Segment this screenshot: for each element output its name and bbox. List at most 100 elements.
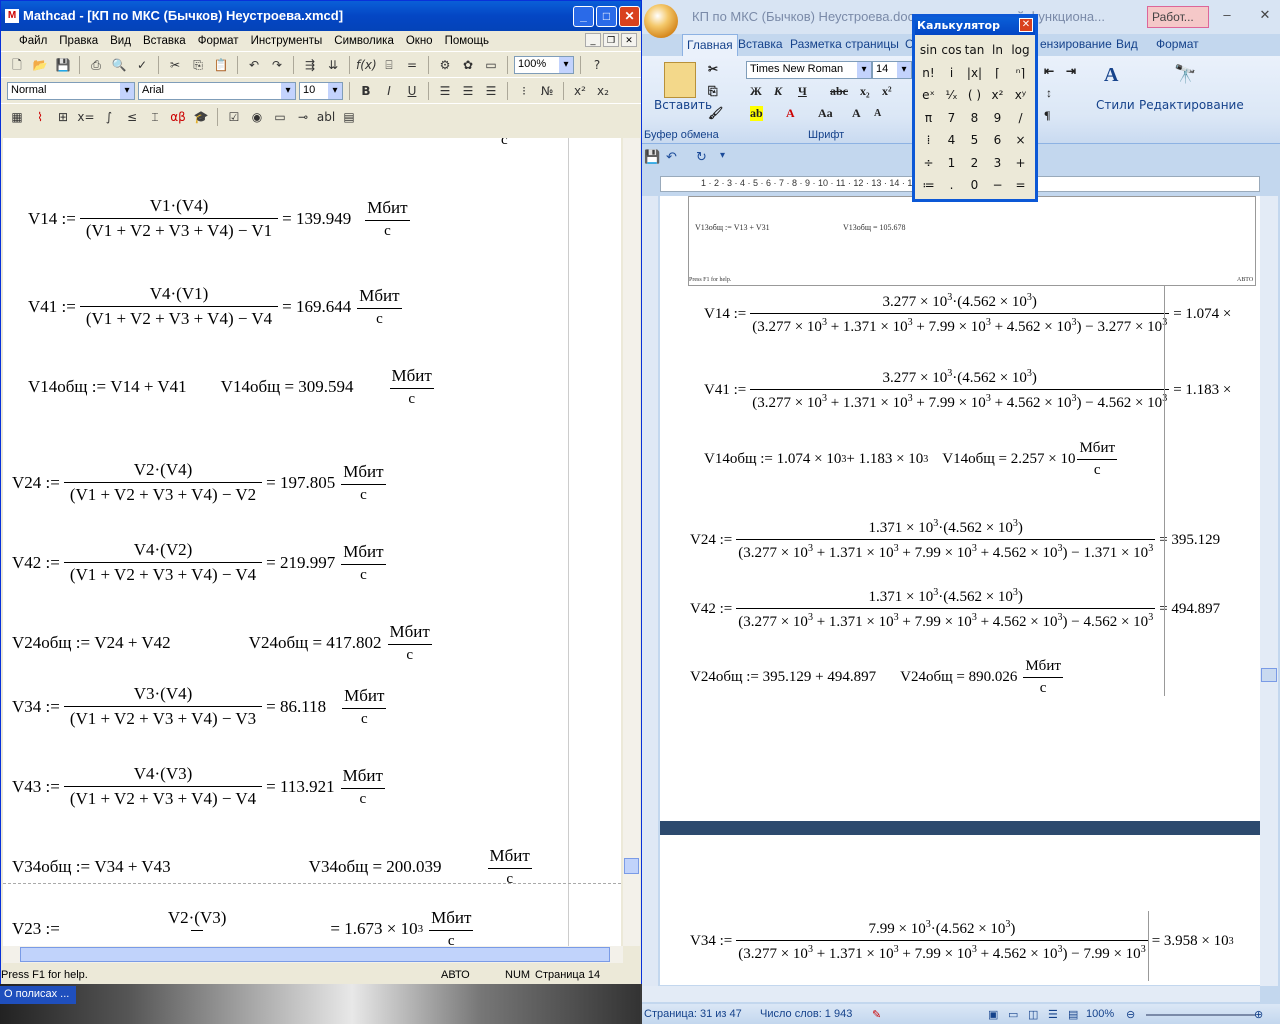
- equation-v14[interactable]: V14 := V1·(V4) (V1 + V2 + V3 + V4) − V1 =…: [28, 196, 410, 241]
- menu-insert[interactable]: Вставка: [143, 35, 186, 47]
- superscript-icon[interactable]: x²: [882, 84, 892, 99]
- boolean-toolbar-icon[interactable]: ≤: [122, 107, 142, 127]
- calc-key[interactable]: /: [1009, 107, 1032, 130]
- italic-icon[interactable]: I: [379, 81, 399, 101]
- calc-key[interactable]: ≔: [917, 174, 940, 197]
- calc-key[interactable]: ln: [986, 39, 1009, 62]
- zoom-select[interactable]: 100%: [514, 55, 574, 74]
- equation-v23[interactable]: V23 := V2·(V3) = 1.673 × 10 3 Мбит с: [12, 908, 474, 946]
- tab-home[interactable]: Главная: [682, 34, 738, 56]
- paste-icon[interactable]: [664, 62, 696, 98]
- menu-edit[interactable]: Правка: [59, 35, 98, 47]
- calc-key[interactable]: eˣ: [917, 84, 940, 107]
- proofing-icon[interactable]: ✎: [872, 1008, 881, 1021]
- align-icon[interactable]: ⇶: [300, 55, 320, 75]
- taskbar-item[interactable]: О полисах ...: [0, 986, 76, 1004]
- minimize-icon[interactable]: –: [1216, 7, 1238, 23]
- cut-icon[interactable]: ✂: [708, 62, 718, 77]
- tab-format[interactable]: Формат: [1156, 37, 1199, 51]
- calc-key[interactable]: 2: [963, 152, 986, 175]
- underline-icon[interactable]: Ч: [798, 84, 807, 99]
- calc-key[interactable]: −: [986, 174, 1009, 197]
- bold-icon[interactable]: Ж: [750, 84, 762, 99]
- calc-key[interactable]: sin: [917, 39, 940, 62]
- resource-icon[interactable]: ✿: [458, 55, 478, 75]
- font-size-select[interactable]: 10: [299, 81, 343, 100]
- paste-icon[interactable]: 📋: [211, 55, 231, 75]
- evaluation-toolbar-icon[interactable]: x=: [76, 107, 96, 127]
- calc-key[interactable]: ¹⁄ₓ: [940, 84, 963, 107]
- spellcheck-icon[interactable]: ✓: [132, 55, 152, 75]
- menu-file[interactable]: Файл: [19, 35, 47, 47]
- undo-icon[interactable]: ↶: [666, 150, 677, 165]
- programming-toolbar-icon[interactable]: ⌶: [145, 107, 165, 127]
- menu-format[interactable]: Формат: [198, 35, 239, 47]
- calculus-toolbar-icon[interactable]: ∫: [99, 107, 119, 127]
- format-painter-icon[interactable]: 🖌: [708, 106, 723, 121]
- document-page-next[interactable]: V34 := 7.99 × 103·(4.562 × 103) (3.277 ×…: [660, 835, 1260, 985]
- align-center-icon[interactable]: ☰: [458, 81, 478, 101]
- office-button-icon[interactable]: [644, 4, 678, 38]
- open-icon[interactable]: 📂: [30, 55, 50, 75]
- view-outline-icon[interactable]: ☰: [1048, 1008, 1058, 1021]
- repeat-icon[interactable]: ↻: [696, 150, 707, 165]
- calculate-icon[interactable]: =: [402, 55, 422, 75]
- calc-key[interactable]: 1: [940, 152, 963, 175]
- show-formatting-icon[interactable]: ¶: [1044, 108, 1050, 123]
- close-icon[interactable]: ✕: [619, 6, 640, 27]
- style-select[interactable]: Normal: [7, 81, 135, 100]
- help-icon[interactable]: ?: [587, 55, 607, 75]
- component-icon[interactable]: ⚙: [435, 55, 455, 75]
- calc-key[interactable]: tan: [963, 39, 986, 62]
- font-color-icon[interactable]: A: [786, 106, 795, 121]
- textbox-control-icon[interactable]: abl: [316, 107, 336, 127]
- shrink-font-icon[interactable]: A: [874, 108, 881, 119]
- equation-v43[interactable]: V43 := V4·(V3) (V1 + V2 + V3 + V4) − V4 =…: [12, 764, 385, 809]
- insert-function-icon[interactable]: f(x): [356, 55, 377, 75]
- minimize-icon[interactable]: _: [573, 6, 594, 27]
- save-icon[interactable]: 💾: [53, 55, 73, 75]
- button-control-icon[interactable]: ▭: [270, 107, 290, 127]
- listbox-control-icon[interactable]: ▤: [339, 107, 359, 127]
- close-icon[interactable]: ✕: [1254, 7, 1276, 23]
- numbering-icon[interactable]: №: [537, 81, 557, 101]
- underline-icon[interactable]: U: [402, 81, 422, 101]
- scroll-thumb[interactable]: [624, 858, 639, 874]
- checkbox-control-icon[interactable]: ☑: [224, 107, 244, 127]
- print-preview-icon[interactable]: 🔍: [109, 55, 129, 75]
- find-icon[interactable]: 🔭: [1174, 64, 1196, 85]
- view-web-icon[interactable]: ◫: [1028, 1008, 1038, 1021]
- tab-review[interactable]: ензирование: [1040, 37, 1112, 51]
- calc-key[interactable]: 8: [963, 107, 986, 130]
- view-print-layout-icon[interactable]: ▣: [988, 1008, 998, 1021]
- mathcad-horizontal-scrollbar[interactable]: [3, 946, 623, 963]
- calc-key[interactable]: 0: [963, 174, 986, 197]
- font-select[interactable]: Arial: [138, 81, 296, 100]
- subscript-icon[interactable]: x₂: [860, 84, 870, 99]
- increase-indent-icon[interactable]: ⇥: [1066, 64, 1076, 79]
- strikethrough-icon[interactable]: abc: [830, 84, 848, 99]
- new-icon[interactable]: 🗋: [7, 55, 27, 75]
- menu-view[interactable]: Вид: [110, 35, 131, 47]
- menu-tools[interactable]: Инструменты: [251, 35, 323, 47]
- calc-key[interactable]: ⌈: [986, 62, 1009, 85]
- copy-icon[interactable]: ⎘: [708, 84, 718, 99]
- zoom-out-icon[interactable]: ⊖: [1126, 1008, 1135, 1021]
- menu-help[interactable]: Помощь: [445, 35, 489, 47]
- doc-close-icon[interactable]: ✕: [621, 33, 637, 47]
- calc-key[interactable]: 9: [986, 107, 1009, 130]
- calc-key[interactable]: π: [917, 107, 940, 130]
- copy-icon[interactable]: ⎘: [188, 55, 208, 75]
- graph-toolbar-icon[interactable]: ⌇: [30, 107, 50, 127]
- maximize-icon[interactable]: □: [596, 6, 617, 27]
- align-right-icon[interactable]: ☰: [481, 81, 501, 101]
- calc-key[interactable]: 6: [986, 129, 1009, 152]
- status-word-count[interactable]: Число слов: 1 943: [760, 1008, 852, 1020]
- line-spacing-icon[interactable]: ↕: [1046, 86, 1052, 101]
- equation-v34-total[interactable]: V34общ := V34 + V43 V34общ = 200.039 Мби…: [12, 846, 532, 888]
- calc-key[interactable]: xʸ: [1009, 84, 1032, 107]
- styles-icon[interactable]: A: [1104, 64, 1118, 87]
- status-zoom[interactable]: 100%: [1086, 1008, 1114, 1020]
- customize-qat-icon[interactable]: ▾: [720, 150, 725, 161]
- menu-symbolics[interactable]: Символика: [334, 35, 394, 47]
